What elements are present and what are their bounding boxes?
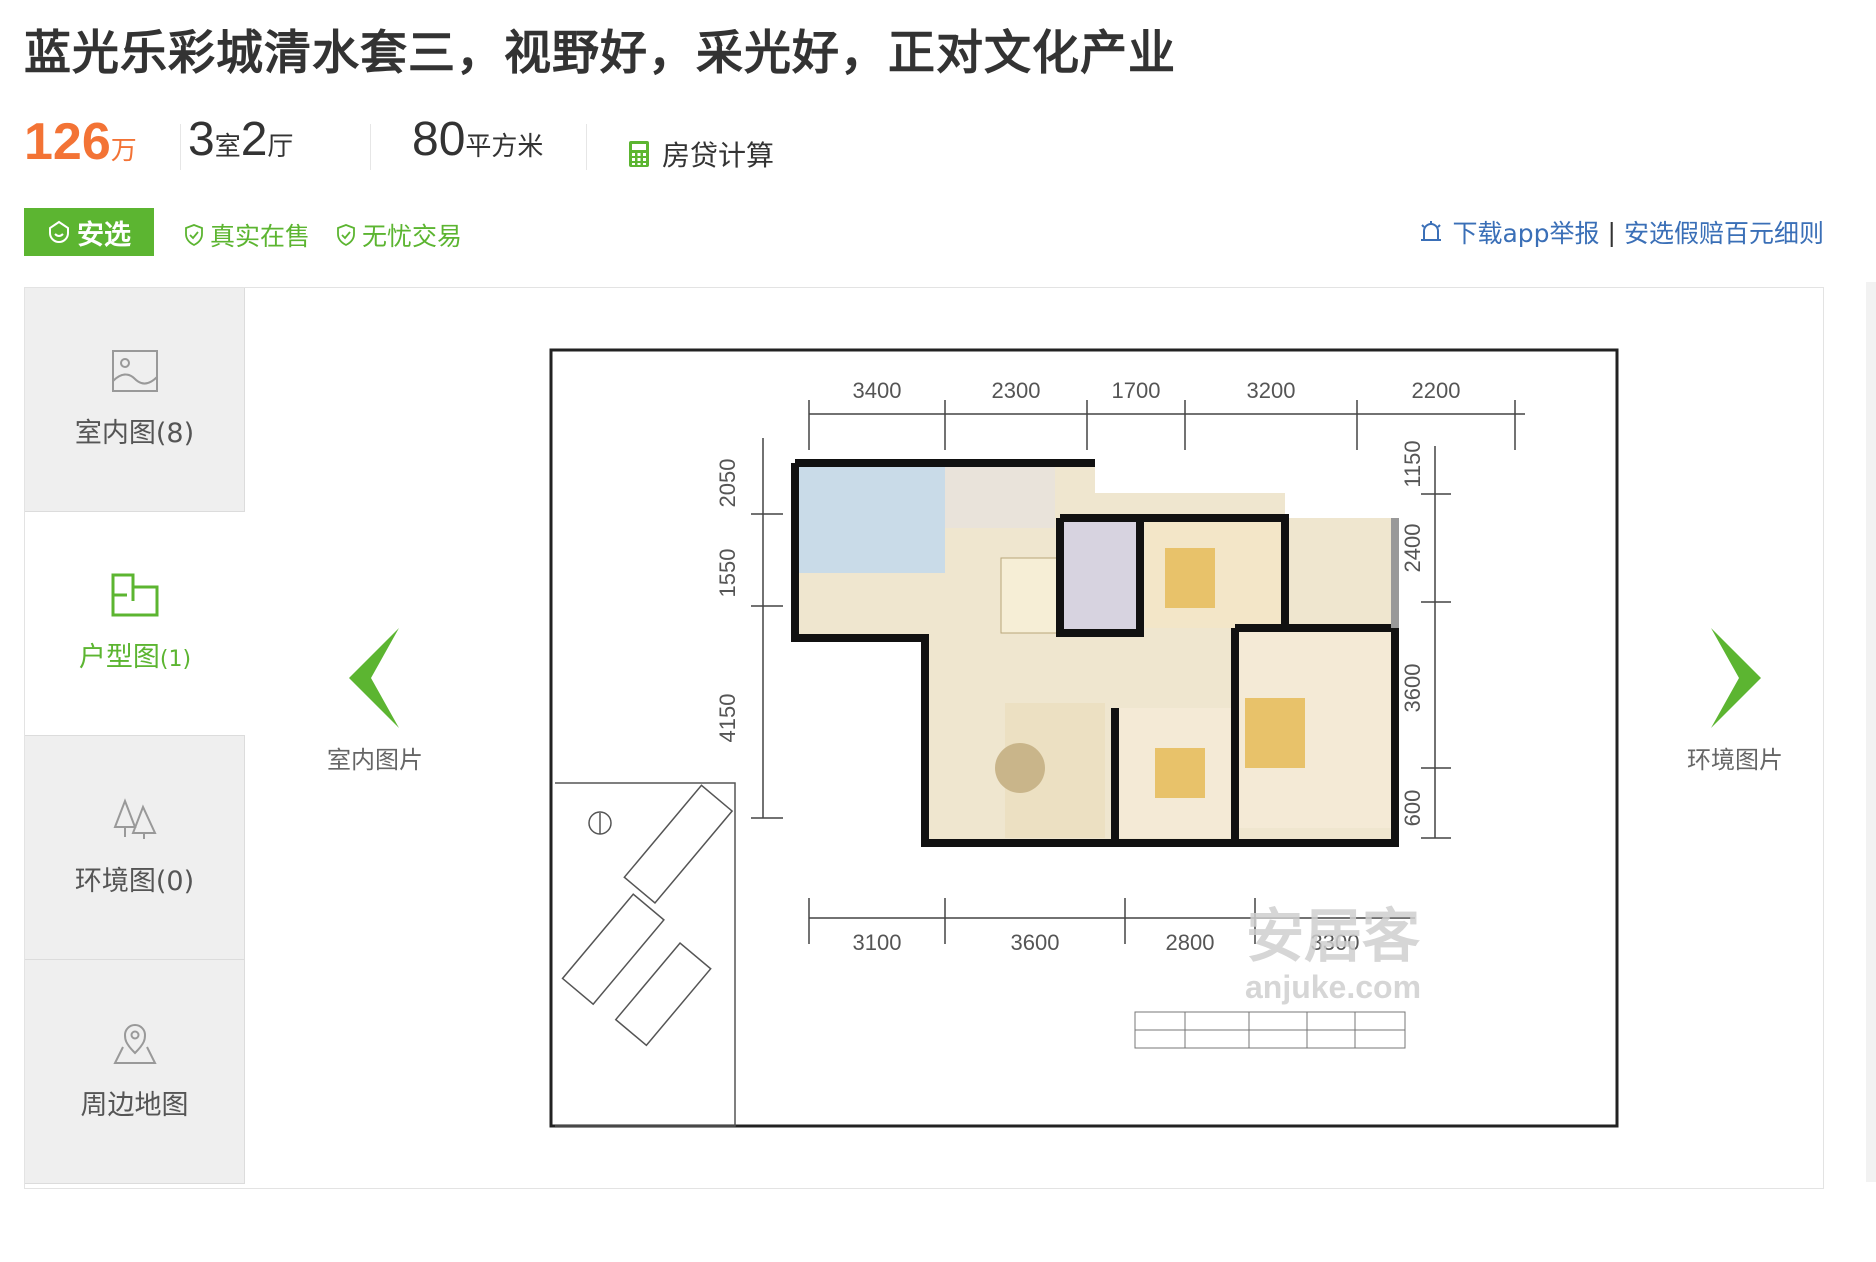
dim-right-3: 3600	[1400, 664, 1425, 713]
tab-label: 室内图(8)	[74, 418, 195, 449]
alarm-bell-icon	[1421, 221, 1442, 241]
real-listing-badge: 真实在售	[184, 217, 310, 253]
gallery-tabs: 室内图(8) 户型图(1) 环境图(0) 周边地图	[25, 288, 245, 1188]
price-unit: 万	[110, 136, 137, 166]
photo-gallery: 室内图(8) 户型图(1) 环境图(0) 周边地图 室内图片 环境图片 3400…	[24, 287, 1824, 1189]
dim-bottom-2: 3600	[1011, 930, 1060, 955]
badge-row: 安选 真实在售 无忧交易 下载app举报 | 安选假赔百元细则	[24, 208, 1824, 258]
tab-label-text: 户型图	[78, 642, 160, 673]
shield-check-icon	[185, 224, 203, 247]
dim-left-1: 2050	[715, 459, 740, 508]
tab-interior[interactable]: 室内图(8)	[25, 288, 245, 512]
tab-label: 周边地图	[80, 1090, 189, 1121]
chevron-right-icon	[1711, 628, 1761, 728]
price: 126万	[24, 112, 137, 172]
floorplan-icon	[111, 573, 159, 617]
tab-label: 环境图(0)	[74, 866, 195, 897]
watermark-cn: 安居客	[1246, 904, 1420, 969]
rooms-unit: 室	[214, 132, 241, 162]
tab-nearby-map[interactable]: 周边地图	[25, 960, 245, 1184]
page-edge	[1866, 282, 1876, 1182]
halls-unit: 厅	[267, 132, 294, 162]
dim-bottom-3: 2800	[1166, 930, 1215, 955]
dim-top-3: 1700	[1112, 378, 1161, 403]
price-value: 126	[24, 113, 111, 171]
chevron-left-icon	[349, 628, 399, 728]
shield-check-icon	[337, 224, 355, 247]
calc-label: 房贷计算	[662, 139, 775, 172]
dim-top-2: 2300	[992, 378, 1041, 403]
map-pin-icon	[112, 1024, 157, 1064]
real-label: 真实在售	[210, 222, 311, 251]
listing-title: 蓝光乐彩城清水套三，视野好，采光好，正对文化产业	[24, 26, 1176, 81]
report-links: 下载app举报 | 安选假赔百元细则	[1418, 214, 1824, 250]
dim-bottom-1: 3100	[853, 930, 902, 955]
rooms-num: 3	[188, 113, 215, 166]
mortgage-calculator-link[interactable]: 房贷计算	[628, 134, 774, 174]
calculator-icon	[629, 141, 649, 167]
dim-top-4: 3200	[1247, 378, 1296, 403]
separator: |	[1607, 217, 1616, 247]
dim-left-3: 4150	[715, 694, 740, 743]
download-report-link[interactable]: 下载app举报	[1452, 214, 1599, 250]
area: 80平方米	[412, 112, 543, 167]
prev-button[interactable]: 室内图片	[305, 628, 445, 775]
next-label: 环境图片	[1687, 746, 1783, 774]
dim-right-1: 1150	[1400, 440, 1425, 487]
dim-right-2: 2400	[1400, 524, 1425, 573]
key-facts: 126万 3室2厅 80平方米 房贷计算	[24, 112, 1024, 182]
divider	[370, 124, 371, 170]
area-value: 80	[412, 113, 466, 166]
dim-right-4: 600	[1400, 790, 1425, 827]
dim-left-2: 1550	[715, 549, 740, 598]
halls-num: 2	[240, 113, 268, 166]
prev-label: 室内图片	[327, 746, 423, 774]
divider	[586, 124, 587, 170]
tab-label: 户型图(1)	[79, 635, 191, 674]
image-icon	[111, 350, 158, 392]
watermark-en: anjuke.com	[1245, 969, 1421, 1005]
trees-icon	[113, 798, 157, 839]
tab-count: (1)	[159, 647, 192, 672]
dim-top-1: 3400	[853, 378, 902, 403]
worry-free-label: 无忧交易	[362, 222, 463, 251]
anxuan-icon	[49, 220, 69, 243]
area-unit: 平方米	[465, 132, 544, 162]
watermark: 安居客 anjuke.com	[1245, 904, 1421, 1005]
next-button[interactable]: 环境图片	[1665, 628, 1805, 775]
dim-top-5: 2200	[1412, 378, 1461, 403]
divider	[180, 124, 181, 170]
tab-floorplan[interactable]: 户型图(1)	[25, 512, 245, 736]
compensation-rules-link[interactable]: 安选假赔百元细则	[1624, 214, 1824, 250]
worry-free-badge: 无忧交易	[336, 217, 462, 253]
tab-environment[interactable]: 环境图(0)	[25, 736, 245, 960]
floorplan-image: 3400 2300 1700 3200 2200 3100 3600 2800 …	[525, 318, 1625, 1163]
anxuan-badge: 安选	[24, 208, 154, 256]
layout: 3室2厅	[188, 112, 293, 167]
anxuan-label: 安选	[77, 219, 131, 251]
